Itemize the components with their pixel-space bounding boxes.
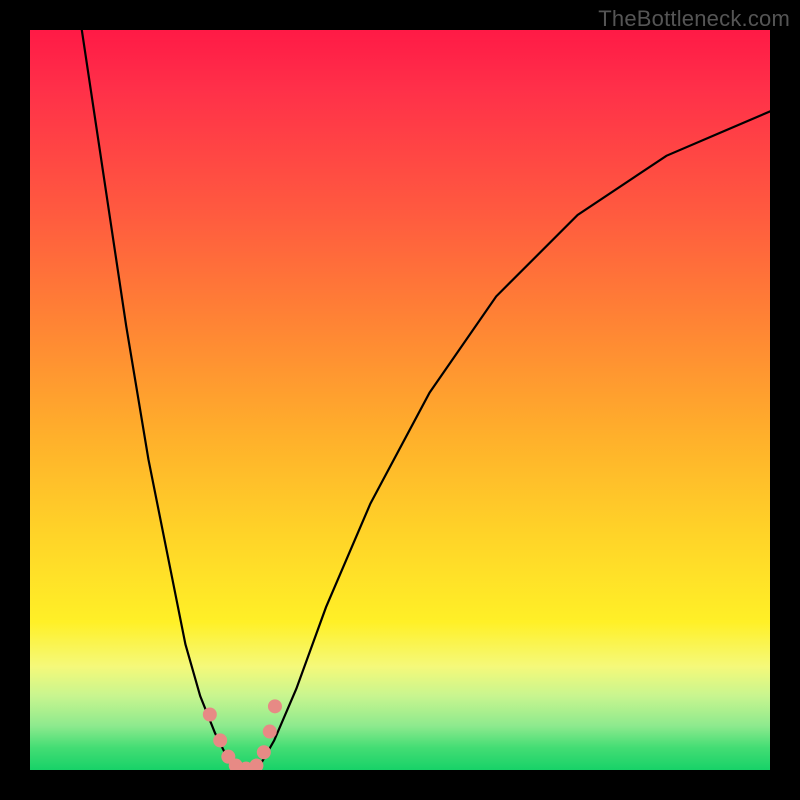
chart-frame: TheBottleneck.com (0, 0, 800, 800)
highlight-dot (213, 733, 227, 747)
plot-area (30, 30, 770, 770)
highlight-dot (268, 699, 282, 713)
highlight-dot (249, 759, 263, 770)
curve-right-branch (259, 111, 770, 766)
watermark-text: TheBottleneck.com (598, 6, 790, 32)
curve-left-branch (82, 30, 234, 766)
highlight-dot (263, 725, 277, 739)
curve-layer (30, 30, 770, 770)
highlight-dot (257, 745, 271, 759)
highlight-dot (203, 708, 217, 722)
